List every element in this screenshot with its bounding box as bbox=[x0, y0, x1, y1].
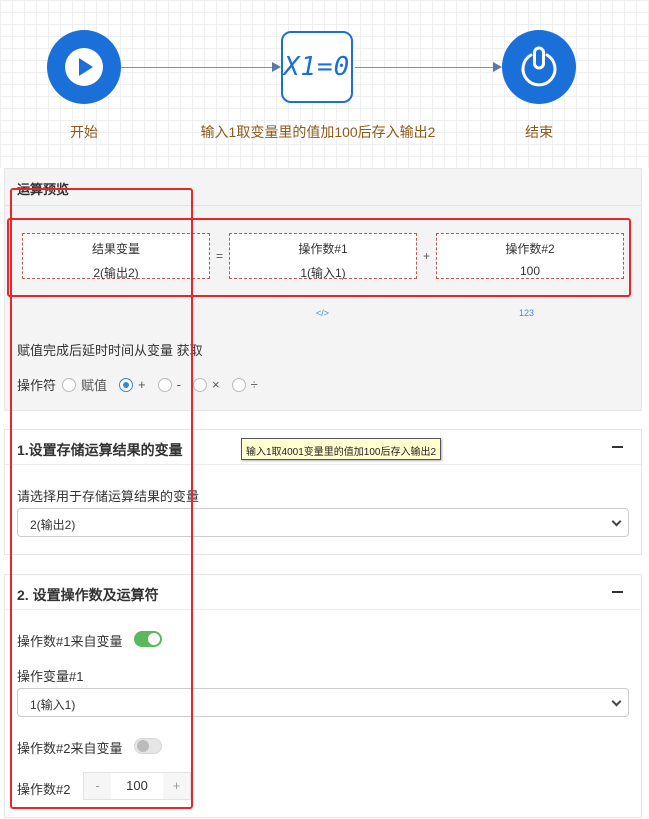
chevron-down-icon bbox=[611, 516, 622, 527]
arrow-icon bbox=[272, 62, 281, 72]
collapse-icon[interactable] bbox=[612, 446, 623, 448]
operand2-from-variable-label: 操作数#2来自变量 bbox=[17, 741, 123, 756]
assign-icon: X1=0 bbox=[283, 52, 351, 82]
result-variable-field-label: 请选择用于存储运算结果的变量 bbox=[17, 489, 200, 504]
operator-radio-group: 操作符 赋值 + - × ÷ bbox=[17, 375, 270, 394]
operator-radio-assign[interactable]: 赋值 bbox=[62, 375, 107, 394]
divider bbox=[5, 205, 641, 206]
end-node[interactable] bbox=[502, 30, 576, 104]
section2-header[interactable]: 2. 设置操作数及运算符 bbox=[5, 575, 641, 610]
result-variable-title: 结果变量 bbox=[91, 242, 140, 256]
result-variable-box[interactable]: 结果变量 2(输出2) bbox=[22, 233, 210, 280]
operator-radio-add[interactable]: + bbox=[119, 377, 146, 392]
connector-line bbox=[121, 67, 273, 68]
operand2-title: 操作数#2 bbox=[505, 242, 555, 256]
operand2-box[interactable]: 操作数#2 100 bbox=[436, 233, 624, 279]
equals-symbol: = bbox=[216, 249, 224, 263]
section-operands: 2. 设置操作数及运算符 操作数#1来自变量 操作变量#1 1(输入1) 操作数… bbox=[4, 574, 642, 818]
section2-title: 2. 设置操作数及运算符 bbox=[17, 587, 159, 603]
end-label: 结束 bbox=[525, 124, 553, 140]
operand1-variable-label: 操作变量#1 bbox=[17, 669, 84, 684]
preview-title: 运算预览 bbox=[17, 182, 70, 197]
decrement-button[interactable]: - bbox=[84, 773, 111, 799]
operand2-value-input[interactable]: 100 bbox=[111, 773, 163, 799]
radio-checked-icon bbox=[119, 377, 134, 392]
operator-radio-multiply[interactable]: × bbox=[192, 377, 220, 392]
operator-radio-divide[interactable]: ÷ bbox=[231, 377, 258, 392]
operand2-stepper[interactable]: - 100 + bbox=[83, 772, 191, 800]
radio-icon bbox=[157, 377, 172, 392]
connector-line bbox=[355, 67, 494, 68]
operand2-from-variable-toggle[interactable] bbox=[134, 738, 162, 754]
power-icon bbox=[521, 46, 557, 87]
start-node[interactable] bbox=[47, 30, 121, 104]
process-node[interactable]: X1=0 bbox=[281, 31, 353, 103]
operand1-from-variable-toggle[interactable] bbox=[134, 631, 162, 647]
operator-symbol: + bbox=[423, 249, 431, 263]
operand1-from-variable-label: 操作数#1来自变量 bbox=[17, 634, 123, 649]
flow-canvas: X1=0 开始 输入1取变量里的值加100后存入输出2 结束 bbox=[0, 0, 649, 168]
operand2-value: 100 bbox=[519, 264, 541, 278]
result-variable-value: 2(输出2) bbox=[93, 266, 139, 280]
section1-title: 1.设置存储运算结果的变量 bbox=[17, 442, 183, 458]
delay-text: 赋值完成后延时时间从变量 获取 bbox=[17, 343, 203, 358]
number-icon[interactable]: 123 bbox=[519, 308, 534, 318]
operator-radio-subtract[interactable]: - bbox=[157, 377, 181, 392]
radio-icon bbox=[231, 377, 246, 392]
increment-button[interactable]: + bbox=[163, 773, 190, 799]
process-label: 输入1取变量里的值加100后存入输出2 bbox=[200, 124, 436, 140]
operand1-title: 操作数#1 bbox=[298, 242, 348, 256]
radio-icon bbox=[62, 377, 77, 392]
operation-preview-panel: 运算预览 结果变量 2(输出2) = 操作数#1 1(输入1) + 操作数#2 … bbox=[4, 168, 642, 411]
radio-icon bbox=[192, 377, 207, 392]
chevron-down-icon bbox=[611, 696, 622, 707]
operand2-label: 操作数#2 bbox=[17, 782, 71, 797]
arrow-icon bbox=[493, 62, 502, 72]
collapse-icon[interactable] bbox=[612, 591, 623, 593]
result-variable-select[interactable]: 2(输出2) bbox=[17, 508, 629, 537]
operand1-variable-select[interactable]: 1(输入1) bbox=[17, 688, 629, 717]
play-icon bbox=[65, 48, 103, 86]
operator-label: 操作符 bbox=[17, 378, 57, 393]
tooltip: 输入1取4001变量里的值加100后存入输出2 bbox=[241, 438, 442, 460]
operand1-value: 1(输入1) bbox=[300, 266, 346, 280]
code-icon[interactable]: </> bbox=[316, 308, 329, 318]
start-label: 开始 bbox=[70, 124, 98, 140]
operand1-box[interactable]: 操作数#1 1(输入1) bbox=[229, 233, 417, 280]
